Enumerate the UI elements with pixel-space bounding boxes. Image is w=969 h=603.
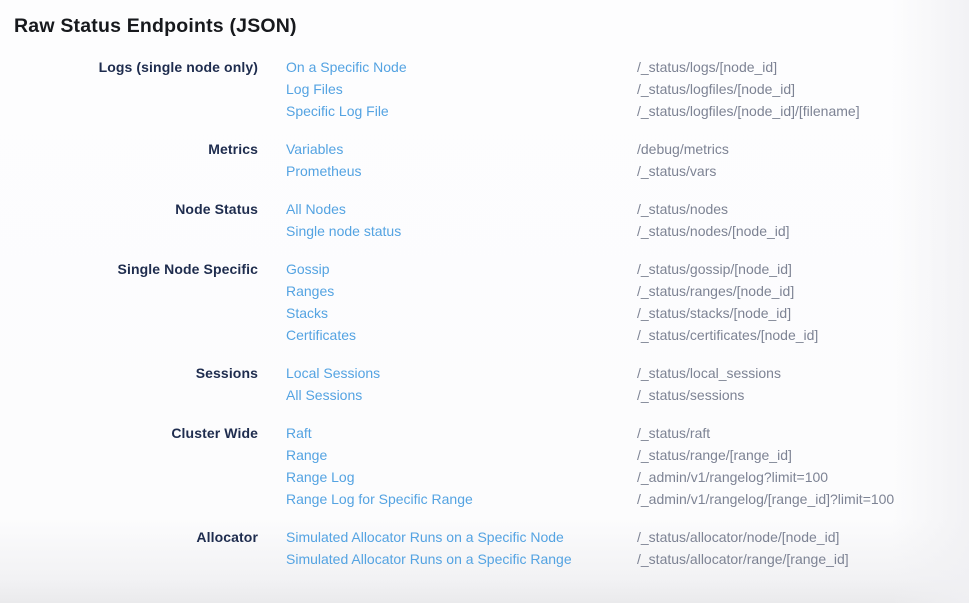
endpoint-links-column: Local SessionsAll Sessions <box>258 362 609 406</box>
endpoint-group: MetricsVariablesPrometheus/debug/metrics… <box>14 138 969 182</box>
endpoint-path: /_admin/v1/rangelog?limit=100 <box>637 466 969 488</box>
endpoint-link[interactable]: Range <box>286 444 609 466</box>
endpoint-paths-column: /debug/metrics/_status/vars <box>609 138 969 182</box>
endpoint-group: Node StatusAll NodesSingle node status/_… <box>14 198 969 242</box>
endpoint-link[interactable]: Stacks <box>286 302 609 324</box>
endpoint-link[interactable]: Range Log for Specific Range <box>286 488 609 510</box>
endpoint-path: /_status/stacks/[node_id] <box>637 302 969 324</box>
endpoint-path: /_status/nodes <box>637 198 969 220</box>
endpoint-path: /_status/certificates/[node_id] <box>637 324 969 346</box>
endpoint-path: /_status/local_sessions <box>637 362 969 384</box>
endpoint-link[interactable]: Simulated Allocator Runs on a Specific N… <box>286 526 609 548</box>
endpoint-links-column: Simulated Allocator Runs on a Specific N… <box>258 526 609 570</box>
endpoint-path: /_status/nodes/[node_id] <box>637 220 969 242</box>
endpoint-category-label: Allocator <box>14 526 258 570</box>
endpoint-path: /_admin/v1/rangelog/[range_id]?limit=100 <box>637 488 969 510</box>
endpoint-link[interactable]: Range Log <box>286 466 609 488</box>
endpoint-category-label: Cluster Wide <box>14 422 258 510</box>
endpoint-path: /_status/gossip/[node_id] <box>637 258 969 280</box>
endpoint-link[interactable]: All Sessions <box>286 384 609 406</box>
endpoint-links-column: All NodesSingle node status <box>258 198 609 242</box>
endpoint-paths-column: /_status/raft/_status/range/[range_id]/_… <box>609 422 969 510</box>
endpoint-list: Logs (single node only)On a Specific Nod… <box>14 56 969 570</box>
endpoint-paths-column: /_status/local_sessions/_status/sessions <box>609 362 969 406</box>
endpoint-path: /_status/logfiles/[node_id]/[filename] <box>637 100 969 122</box>
endpoint-category-label: Logs (single node only) <box>14 56 258 122</box>
endpoint-links-column: On a Specific NodeLog FilesSpecific Log … <box>258 56 609 122</box>
endpoint-link[interactable]: Variables <box>286 138 609 160</box>
endpoint-link[interactable]: Single node status <box>286 220 609 242</box>
endpoint-link[interactable]: Certificates <box>286 324 609 346</box>
endpoint-link[interactable]: Local Sessions <box>286 362 609 384</box>
endpoint-links-column: RaftRangeRange LogRange Log for Specific… <box>258 422 609 510</box>
endpoint-link[interactable]: Specific Log File <box>286 100 609 122</box>
endpoint-path: /_status/raft <box>637 422 969 444</box>
endpoint-links-column: VariablesPrometheus <box>258 138 609 182</box>
endpoint-link[interactable]: On a Specific Node <box>286 56 609 78</box>
endpoint-category-label: Node Status <box>14 198 258 242</box>
endpoint-group: Cluster WideRaftRangeRange LogRange Log … <box>14 422 969 510</box>
endpoint-group: Single Node SpecificGossipRangesStacksCe… <box>14 258 969 346</box>
endpoint-links-column: GossipRangesStacksCertificates <box>258 258 609 346</box>
endpoint-group: SessionsLocal SessionsAll Sessions/_stat… <box>14 362 969 406</box>
endpoint-link[interactable]: Ranges <box>286 280 609 302</box>
endpoint-link[interactable]: All Nodes <box>286 198 609 220</box>
endpoint-path: /debug/metrics <box>637 138 969 160</box>
raw-status-endpoints-page: Raw Status Endpoints (JSON) Logs (single… <box>0 0 969 570</box>
endpoint-link[interactable]: Log Files <box>286 78 609 100</box>
endpoint-paths-column: /_status/allocator/node/[node_id]/_statu… <box>609 526 969 570</box>
endpoint-link[interactable]: Raft <box>286 422 609 444</box>
endpoint-paths-column: /_status/gossip/[node_id]/_status/ranges… <box>609 258 969 346</box>
endpoint-path: /_status/range/[range_id] <box>637 444 969 466</box>
endpoint-path: /_status/logs/[node_id] <box>637 56 969 78</box>
endpoint-link[interactable]: Prometheus <box>286 160 609 182</box>
endpoint-group: Logs (single node only)On a Specific Nod… <box>14 56 969 122</box>
endpoint-path: /_status/allocator/node/[node_id] <box>637 526 969 548</box>
page-title: Raw Status Endpoints (JSON) <box>14 13 969 39</box>
endpoint-path: /_status/logfiles/[node_id] <box>637 78 969 100</box>
endpoint-paths-column: /_status/nodes/_status/nodes/[node_id] <box>609 198 969 242</box>
endpoint-category-label: Single Node Specific <box>14 258 258 346</box>
endpoint-link[interactable]: Gossip <box>286 258 609 280</box>
endpoint-paths-column: /_status/logs/[node_id]/_status/logfiles… <box>609 56 969 122</box>
endpoint-category-label: Sessions <box>14 362 258 406</box>
endpoint-link[interactable]: Simulated Allocator Runs on a Specific R… <box>286 548 609 570</box>
endpoint-path: /_status/ranges/[node_id] <box>637 280 969 302</box>
endpoint-group: Allocator Simulated Allocator Runs on a S… <box>14 526 969 570</box>
endpoint-path: /_status/sessions <box>637 384 969 406</box>
endpoint-category-label: Metrics <box>14 138 258 182</box>
endpoint-path: /_status/allocator/range/[range_id] <box>637 548 969 570</box>
endpoint-path: /_status/vars <box>637 160 969 182</box>
